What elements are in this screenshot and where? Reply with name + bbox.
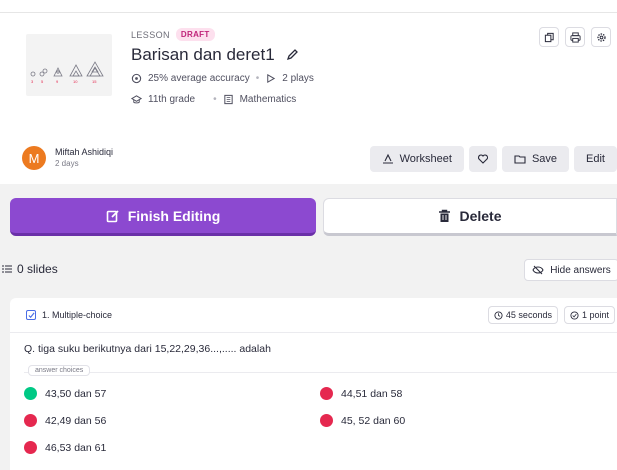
lesson-info-row: 11th grade • Mathematics (131, 94, 296, 105)
time-limit-label: 45 seconds (505, 310, 552, 320)
answer-option: 44,51 dan 58 (320, 387, 402, 400)
separator-dot: • (255, 73, 260, 84)
delete-label: Delete (459, 208, 502, 224)
author-time: 2 days (55, 159, 79, 168)
answer-option: 45, 52 dan 60 (320, 414, 405, 427)
thumb-number: 5 (41, 79, 44, 84)
graduation-cap-icon (131, 95, 142, 104)
save-label: Save (531, 153, 558, 165)
question-divider (10, 332, 617, 333)
author-name[interactable]: Miftah Ashidiqi (55, 147, 113, 157)
incorrect-indicator-icon (320, 387, 333, 400)
edit-square-icon (106, 209, 119, 222)
answer-option-text: 43,50 dan 57 (45, 387, 107, 400)
accuracy-text: 25% average accuracy (148, 73, 250, 84)
list-icon (2, 265, 12, 273)
time-limit-button[interactable]: 45 seconds (487, 306, 558, 324)
eye-off-icon (532, 265, 544, 275)
like-button[interactable] (468, 146, 497, 172)
slides-count: 0 slides (2, 262, 58, 276)
top-toolbar (539, 27, 611, 47)
answer-option-text: 46,53 dan 61 (45, 441, 107, 454)
finish-editing-label: Finish Editing (127, 207, 221, 224)
answer-option: 46,53 dan 61 (24, 441, 106, 454)
points-label: 1 point (581, 310, 609, 320)
settings-button[interactable] (591, 27, 611, 47)
accuracy-icon (131, 73, 142, 84)
clock-icon (494, 310, 503, 320)
lesson-actions: Worksheet Save Edit (369, 146, 617, 172)
lesson-type-label: LESSON (131, 29, 170, 40)
question-type-label: 1. Multiple-choice (42, 310, 113, 320)
folder-icon (514, 155, 526, 164)
pencil-icon[interactable] (285, 48, 299, 62)
lesson-thumbnail[interactable]: 3 5 9 10 15 (26, 34, 112, 96)
answer-choices-label: answer choices (28, 365, 91, 376)
play-icon (267, 73, 276, 84)
separator-dot: • (213, 94, 217, 105)
top-divider (0, 12, 617, 13)
thumb-number: 15 (92, 79, 97, 84)
trash-icon (439, 209, 451, 222)
worksheet-label: Worksheet (399, 153, 452, 165)
answer-option-text: 42,49 dan 56 (45, 414, 107, 427)
question-card[interactable]: 1. Multiple-choice 45 seconds 1 point Q.… (10, 298, 617, 470)
answer-option-text: 44,51 dan 58 (341, 387, 403, 400)
incorrect-indicator-icon (24, 441, 37, 454)
lesson-type-row: LESSON DRAFT (131, 28, 215, 41)
correct-indicator-icon (24, 387, 37, 400)
edit-button[interactable]: Edit (574, 146, 617, 172)
incorrect-indicator-icon (320, 414, 333, 427)
answer-option: 42,49 dan 56 (24, 414, 106, 427)
plays-text: 2 plays (282, 73, 314, 84)
thumb-number: 3 (31, 79, 34, 84)
question-header: 1. Multiple-choice (26, 310, 112, 320)
question-text: Q. tiga suku berikutnya dari 15,22,29,36… (24, 343, 271, 355)
book-icon (223, 94, 233, 105)
finish-editing-button[interactable]: Finish Editing (10, 198, 316, 236)
lesson-stats-row: 25% average accuracy • 2 plays (131, 73, 314, 84)
slides-count-label: 0 slides (17, 262, 58, 276)
thumb-number: 10 (73, 79, 78, 84)
delete-button[interactable]: Delete (323, 198, 617, 236)
worksheet-button[interactable]: Worksheet (369, 146, 464, 172)
heart-icon (477, 154, 488, 164)
print-button[interactable] (565, 27, 585, 47)
lesson-title-row: Barisan dan deret1 (131, 45, 299, 65)
question-settings: 45 seconds 1 point (487, 306, 615, 324)
draft-badge: DRAFT (175, 28, 215, 41)
hide-answers-button[interactable]: Hide answers (524, 259, 617, 281)
points-button[interactable]: 1 point (563, 306, 615, 324)
lesson-title: Barisan dan deret1 (131, 45, 275, 64)
thumb-number: 9 (56, 79, 59, 84)
print-icon (569, 31, 581, 43)
incorrect-indicator-icon (24, 414, 37, 427)
gear-icon (596, 32, 606, 42)
grade-text: 11th grade (148, 94, 196, 105)
avatar[interactable]: M (22, 146, 46, 170)
answer-option: 43,50 dan 57 (24, 387, 106, 400)
worksheet-icon (382, 153, 393, 164)
copy-icon (544, 32, 554, 42)
answer-option-text: 45, 52 dan 60 (341, 414, 406, 427)
save-button[interactable]: Save (501, 146, 570, 172)
edit-label: Edit (586, 153, 605, 165)
subject-text: Mathematics (239, 94, 297, 105)
thumbnail-pattern-image: 3 5 9 10 15 (30, 61, 104, 84)
copy-button[interactable] (539, 27, 559, 47)
check-circle-icon (570, 310, 579, 320)
answer-choices-divider (24, 372, 617, 373)
hide-answers-label: Hide answers (550, 264, 611, 276)
check-icon (27, 312, 35, 318)
question-checkbox[interactable] (26, 310, 36, 320)
